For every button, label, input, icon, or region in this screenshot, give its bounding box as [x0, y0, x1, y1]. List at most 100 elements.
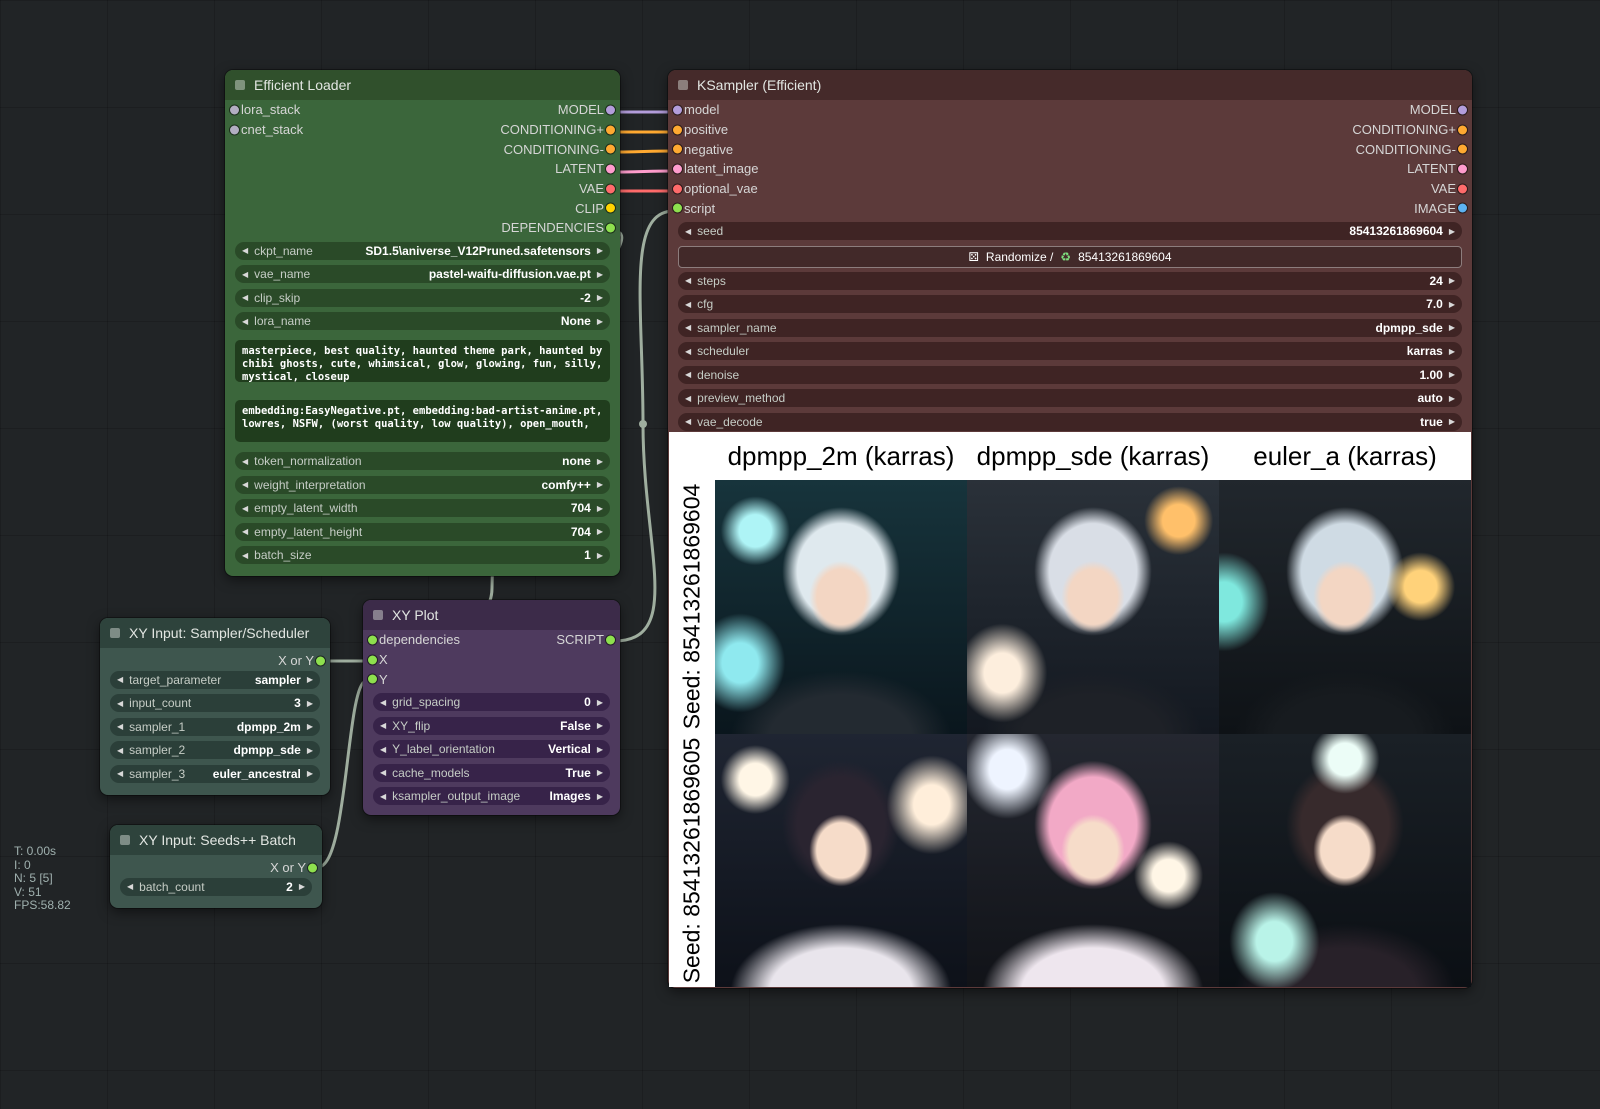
widget-batch-size[interactable]: ◀ batch_size 1 ▶	[235, 546, 610, 564]
combo-left-icon[interactable]: ◀	[380, 698, 386, 707]
combo-left-icon[interactable]: ◀	[242, 270, 248, 279]
widget-input-count[interactable]: ◀ input_count 3 ▶	[110, 694, 320, 712]
combo-left-icon[interactable]: ◀	[380, 745, 386, 754]
widget-preview-method[interactable]: ◀ preview_method auto ▶	[678, 389, 1462, 407]
preview-image[interactable]	[1219, 480, 1471, 734]
widget-token-normalization[interactable]: ◀ token_normalization none ▶	[235, 452, 610, 470]
output-slot-x-or-y[interactable]	[316, 656, 325, 665]
output-slot-dependencies[interactable]	[606, 223, 615, 232]
output-slot-vae[interactable]	[606, 184, 615, 193]
combo-right-icon[interactable]: ▶	[597, 504, 603, 513]
combo-left-icon[interactable]: ◀	[117, 699, 123, 708]
node-collapse-box[interactable]	[235, 80, 245, 90]
node-efficient-loader[interactable]: Efficient Loader lora_stack MODEL cnet_s…	[225, 70, 620, 576]
combo-left-icon[interactable]: ◀	[685, 300, 691, 309]
combo-right-icon[interactable]: ▶	[597, 745, 603, 754]
input-slot-y[interactable]	[368, 675, 377, 684]
widget-lora-name[interactable]: ◀ lora_name None ▶	[235, 312, 610, 330]
input-slot-latent-image[interactable]	[673, 164, 682, 173]
output-slot-model[interactable]	[1458, 105, 1467, 114]
widget-clip-skip[interactable]: ◀ clip_skip -2 ▶	[235, 289, 610, 307]
combo-left-icon[interactable]: ◀	[242, 551, 248, 560]
output-slot-clip[interactable]	[606, 204, 615, 213]
node-title-bar[interactable]: XY Input: Seeds++ Batch	[110, 825, 322, 855]
widget-y-label-orientation[interactable]: ◀ Y_label_orientation Vertical ▶	[373, 740, 610, 758]
combo-right-icon[interactable]: ▶	[307, 675, 313, 684]
output-slot-x-or-y[interactable]	[308, 863, 317, 872]
combo-right-icon[interactable]: ▶	[597, 768, 603, 777]
combo-left-icon[interactable]: ◀	[127, 882, 133, 891]
combo-right-icon[interactable]: ▶	[299, 882, 305, 891]
combo-right-icon[interactable]: ▶	[597, 698, 603, 707]
widget-empty-latent-height[interactable]: ◀ empty_latent_height 704 ▶	[235, 523, 610, 541]
output-slot-conditioning-minus[interactable]	[606, 145, 615, 154]
preview-image[interactable]	[967, 480, 1219, 734]
combo-right-icon[interactable]: ▶	[597, 246, 603, 255]
combo-left-icon[interactable]: ◀	[685, 370, 691, 379]
node-title-bar[interactable]: KSampler (Efficient)	[668, 70, 1472, 100]
positive-prompt-textarea[interactable]: masterpiece, best quality, haunted theme…	[235, 340, 610, 382]
combo-left-icon[interactable]: ◀	[685, 323, 691, 332]
combo-right-icon[interactable]: ▶	[1449, 300, 1455, 309]
combo-right-icon[interactable]: ▶	[1449, 394, 1455, 403]
widget-target-parameter[interactable]: ◀ target_parameter sampler ▶	[110, 671, 320, 689]
node-collapse-box[interactable]	[120, 835, 130, 845]
combo-right-icon[interactable]: ▶	[597, 527, 603, 536]
node-collapse-box[interactable]	[678, 80, 688, 90]
combo-left-icon[interactable]: ◀	[685, 227, 691, 236]
combo-left-icon[interactable]: ◀	[242, 527, 248, 536]
output-slot-vae[interactable]	[1458, 184, 1467, 193]
node-collapse-box[interactable]	[110, 628, 120, 638]
combo-right-icon[interactable]: ▶	[307, 746, 313, 755]
combo-right-icon[interactable]: ▶	[597, 792, 603, 801]
combo-left-icon[interactable]: ◀	[380, 721, 386, 730]
node-ksampler-efficient[interactable]: KSampler (Efficient) model MODEL positiv…	[668, 70, 1472, 988]
widget-sampler-3[interactable]: ◀ sampler_3 euler_ancestral ▶	[110, 765, 320, 783]
node-title-bar[interactable]: Efficient Loader	[225, 70, 620, 100]
input-slot-lora-stack[interactable]	[230, 105, 239, 114]
input-slot-positive[interactable]	[673, 125, 682, 134]
widget-vae-decode[interactable]: ◀ vae_decode true ▶	[678, 413, 1462, 431]
output-slot-latent[interactable]	[606, 164, 615, 173]
combo-right-icon[interactable]: ▶	[1449, 276, 1455, 285]
widget-ckpt-name[interactable]: ◀ ckpt_name SD1.5\aniverse_V12Pruned.saf…	[235, 242, 610, 260]
output-slot-model[interactable]	[606, 105, 615, 114]
combo-left-icon[interactable]: ◀	[685, 417, 691, 426]
output-slot-conditioning-plus[interactable]	[606, 125, 615, 134]
combo-left-icon[interactable]: ◀	[242, 504, 248, 513]
combo-right-icon[interactable]: ▶	[597, 480, 603, 489]
randomize-seed-button[interactable]: ⚄ Randomize / ♻ 85413261869604	[678, 246, 1462, 268]
widget-cfg[interactable]: ◀ cfg 7.0 ▶	[678, 295, 1462, 313]
combo-right-icon[interactable]: ▶	[597, 317, 603, 326]
combo-left-icon[interactable]: ◀	[685, 276, 691, 285]
node-xy-input-seeds-batch[interactable]: XY Input: Seeds++ Batch X or Y ◀ batch_c…	[110, 825, 322, 908]
combo-right-icon[interactable]: ▶	[1449, 417, 1455, 426]
combo-left-icon[interactable]: ◀	[117, 675, 123, 684]
widget-empty-latent-width[interactable]: ◀ empty_latent_width 704 ▶	[235, 499, 610, 517]
widget-weight-interpretation[interactable]: ◀ weight_interpretation comfy++ ▶	[235, 476, 610, 494]
combo-left-icon[interactable]: ◀	[117, 722, 123, 731]
combo-left-icon[interactable]: ◀	[117, 769, 123, 778]
widget-sampler-name[interactable]: ◀ sampler_name dpmpp_sde ▶	[678, 319, 1462, 337]
combo-right-icon[interactable]: ▶	[597, 551, 603, 560]
widget-sampler-1[interactable]: ◀ sampler_1 dpmpp_2m ▶	[110, 718, 320, 736]
output-slot-latent[interactable]	[1458, 164, 1467, 173]
widget-vae-name[interactable]: ◀ vae_name pastel-waifu-diffusion.vae.pt…	[235, 265, 610, 283]
widget-denoise[interactable]: ◀ denoise 1.00 ▶	[678, 366, 1462, 384]
combo-right-icon[interactable]: ▶	[597, 270, 603, 279]
negative-prompt-textarea[interactable]: embedding:EasyNegative.pt, embedding:bad…	[235, 400, 610, 442]
combo-right-icon[interactable]: ▶	[597, 721, 603, 730]
combo-left-icon[interactable]: ◀	[242, 457, 248, 466]
widget-cache-models[interactable]: ◀ cache_models True ▶	[373, 764, 610, 782]
combo-right-icon[interactable]: ▶	[1449, 347, 1455, 356]
combo-right-icon[interactable]: ▶	[307, 699, 313, 708]
widget-xy-flip[interactable]: ◀ XY_flip False ▶	[373, 717, 610, 735]
widget-grid-spacing[interactable]: ◀ grid_spacing 0 ▶	[373, 693, 610, 711]
combo-left-icon[interactable]: ◀	[242, 480, 248, 489]
preview-image[interactable]	[1219, 734, 1471, 988]
output-slot-conditioning-plus[interactable]	[1458, 125, 1467, 134]
preview-image[interactable]	[715, 734, 967, 988]
combo-left-icon[interactable]: ◀	[242, 317, 248, 326]
preview-image[interactable]	[715, 480, 967, 734]
node-graph-canvas[interactable]: Efficient Loader lora_stack MODEL cnet_s…	[0, 0, 1600, 1109]
